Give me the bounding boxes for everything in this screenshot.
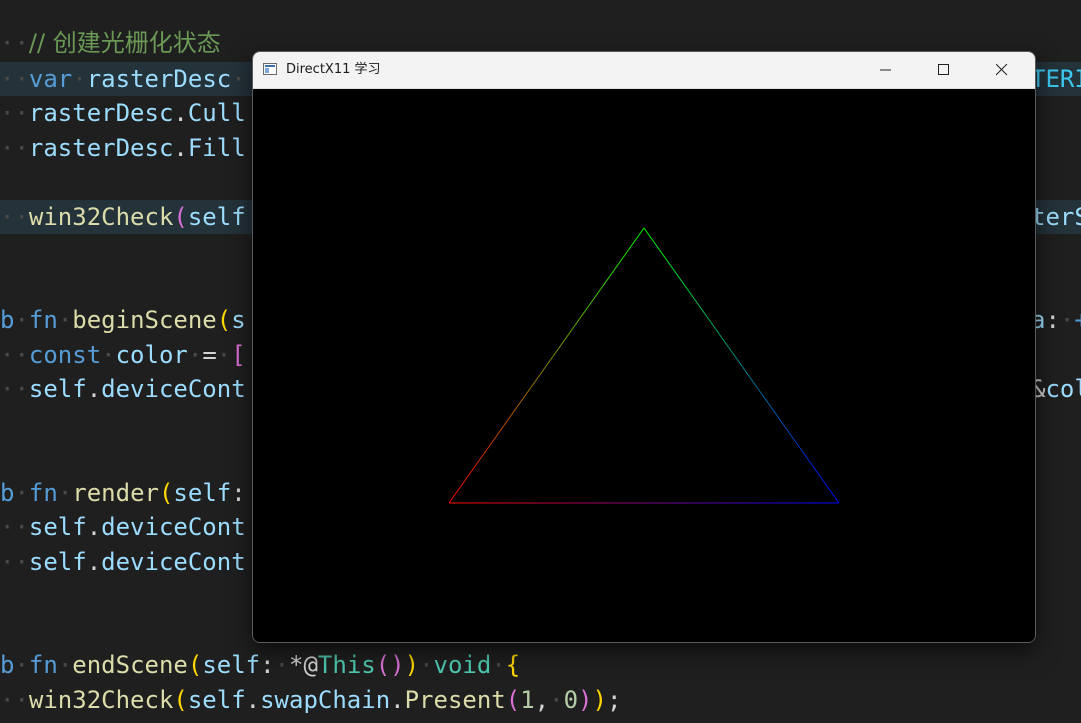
triangle-render <box>448 227 840 504</box>
code-line-overflow: a:·+ <box>1031 306 1081 334</box>
code-line[interactable]: b·fn·endScene(self:·*@This())·void·{ <box>0 648 1081 682</box>
close-button[interactable] <box>979 52 1025 88</box>
code-line-text: ··var·rasterDesc· <box>0 65 246 93</box>
code-line-text: ··self.deviceCont <box>0 375 246 403</box>
code-line-text: ··self.deviceCont <box>0 513 246 541</box>
window-title: DirectX11 学习 <box>286 62 381 77</box>
code-line-text: ··rasterDesc.Fill <box>0 134 246 162</box>
code-line-text: b·fn·beginScene(s <box>0 306 246 334</box>
code-line-text: ··win32Check(self <box>0 203 246 231</box>
code-line[interactable]: ··win32Check(self.swapChain.Present(1,·0… <box>0 683 1081 717</box>
code-line-text: b·fn·endScene(self:·*@This())·void·{ <box>0 651 521 679</box>
maximize-button[interactable] <box>921 52 967 88</box>
directx-window[interactable]: DirectX11 学习 <box>252 51 1036 643</box>
code-line-text: ··const·color·=·[ <box>0 341 246 369</box>
code-line-text: ··self.deviceCont <box>0 548 246 576</box>
window-titlebar[interactable]: DirectX11 学习 <box>253 52 1035 89</box>
triangle-edge-right <box>643 227 840 504</box>
triangle-edge-left <box>448 227 645 504</box>
minimize-button[interactable] <box>863 52 909 88</box>
close-icon <box>996 64 1008 76</box>
code-line-text: b·fn·render(self: <box>0 479 246 507</box>
code-line-text: ··win32Check(self.swapChain.Present(1,·0… <box>0 686 622 714</box>
app-window-icon <box>263 63 277 75</box>
code-line-text: ··// 创建光栅化状态 <box>0 29 221 57</box>
code-line-overflow: TERI <box>1031 65 1081 93</box>
minimize-icon <box>880 69 891 71</box>
code-line-overflow: &col <box>1031 375 1081 403</box>
maximize-icon <box>938 64 949 75</box>
code-line-text: ··rasterDesc.Cull <box>0 99 246 127</box>
code-line-overflow: terS <box>1031 203 1081 231</box>
render-viewport <box>253 89 1035 642</box>
